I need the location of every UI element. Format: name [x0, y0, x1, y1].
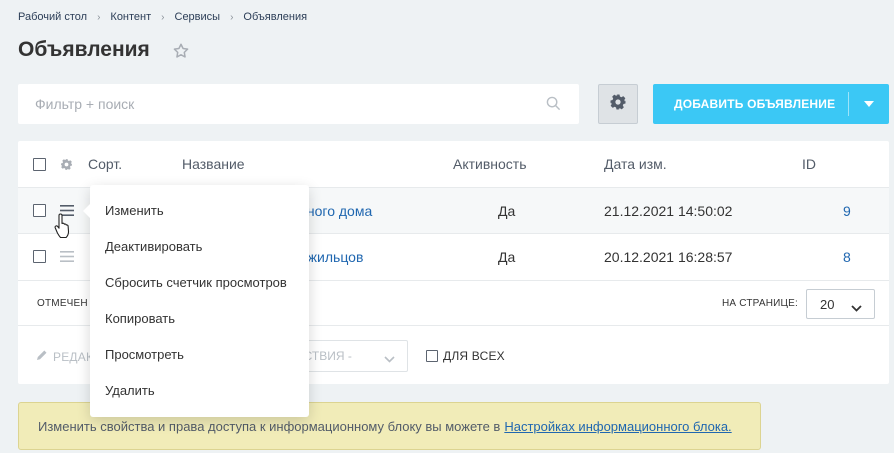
column-header-id[interactable]: ID [802, 141, 816, 187]
select-all-checkbox[interactable] [33, 157, 46, 171]
edit-action-button[interactable]: РЕДАК [36, 349, 93, 364]
search-input[interactable] [18, 84, 538, 124]
column-header-sort[interactable]: Сорт. [88, 141, 122, 187]
per-page-select[interactable]: 20 [806, 289, 875, 319]
hand-cursor-icon [54, 213, 72, 244]
row-activity: Да [498, 248, 516, 265]
add-dropdown-chevron-icon[interactable] [849, 101, 889, 107]
row-checkbox[interactable] [33, 204, 46, 217]
row-date: 21.12.2021 14:50:02 [604, 202, 733, 219]
column-header-activity[interactable]: Активность [453, 141, 527, 187]
menu-item-copy[interactable]: Копировать [90, 300, 309, 336]
breadcrumb-separator-icon: › [97, 11, 101, 23]
settings-button[interactable] [598, 84, 638, 124]
breadcrumb-item-desktop[interactable]: Рабочий стол [18, 11, 87, 23]
chevron-down-icon [851, 300, 862, 315]
per-page-label: НА СТРАНИЦЕ: [722, 298, 798, 309]
grid-header-row: Сорт. Название Активность Дата изм. ID [18, 141, 889, 187]
menu-item-deactivate[interactable]: Деактивировать [90, 228, 309, 264]
column-settings-gear-icon[interactable] [60, 141, 73, 187]
star-icon[interactable] [172, 42, 190, 65]
iblock-settings-link[interactable]: Настройках информационного блока. [504, 419, 731, 434]
for-all-toggle[interactable]: ДЛЯ ВСЕХ [426, 349, 505, 363]
for-all-label: ДЛЯ ВСЕХ [443, 349, 505, 363]
for-all-checkbox[interactable] [426, 350, 438, 362]
chevron-down-icon [384, 352, 395, 366]
add-announcement-button[interactable]: ДОБАВИТЬ ОБЪЯВЛЕНИЕ [653, 84, 889, 124]
breadcrumb-separator-icon: › [161, 11, 165, 23]
gear-icon [609, 93, 627, 116]
page-title: Объявления [18, 38, 150, 61]
marked-count-label: ОТМЕЧЕН [37, 298, 88, 309]
search-bar [18, 84, 579, 124]
edit-action-label: РЕДАК [53, 349, 94, 364]
row-checkbox[interactable] [33, 250, 46, 263]
menu-item-delete[interactable]: Удалить [90, 372, 309, 408]
search-icon[interactable] [546, 96, 561, 116]
row-date: 20.12.2021 16:28:57 [604, 248, 733, 265]
add-announcement-label: ДОБАВИТЬ ОБЪЯВЛЕНИЕ [674, 97, 836, 111]
menu-item-view[interactable]: Просмотреть [90, 336, 309, 372]
menu-item-reset-views[interactable]: Сбросить счетчик просмотров [90, 264, 309, 300]
column-header-date[interactable]: Дата изм. [604, 141, 667, 187]
breadcrumb-separator-icon: › [230, 11, 234, 23]
info-bar-text: Изменить свойства и права доступа к инфо… [38, 418, 501, 434]
breadcrumb-item-services[interactable]: Сервисы [175, 11, 221, 23]
breadcrumb-item-announcements[interactable]: Объявления [243, 11, 307, 23]
column-header-name[interactable]: Название [182, 141, 245, 187]
breadcrumb: Рабочий стол › Контент › Сервисы › Объяв… [18, 11, 307, 23]
pencil-icon [36, 349, 48, 364]
breadcrumb-item-content[interactable]: Контент [110, 11, 151, 23]
row-activity: Да [498, 202, 516, 219]
row-id-link[interactable]: 9 [843, 188, 851, 233]
row-id-link[interactable]: 8 [843, 234, 851, 279]
menu-item-edit[interactable]: Изменить [90, 192, 309, 228]
row-context-menu: Изменить Деактивировать Сбросить счетчик… [83, 185, 309, 417]
per-page-value: 20 [820, 296, 835, 312]
